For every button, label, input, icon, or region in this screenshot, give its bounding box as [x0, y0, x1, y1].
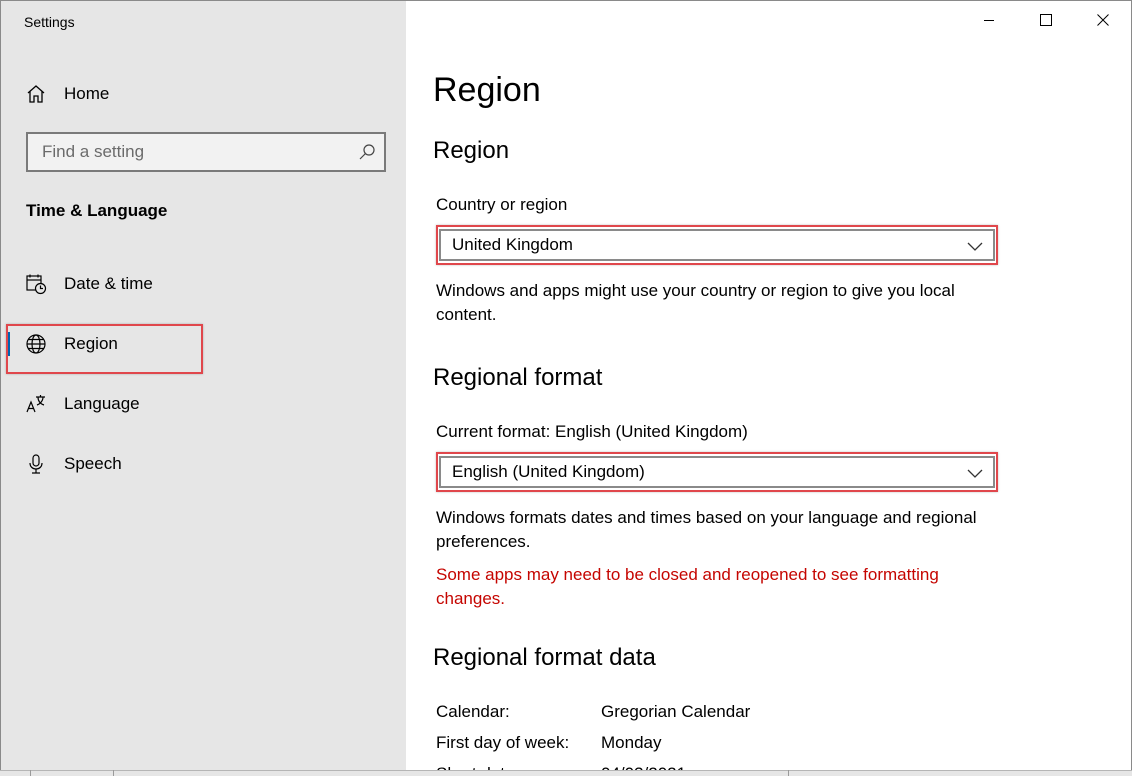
format-value: English (United Kingdom) — [452, 462, 645, 481]
sidebar-section-title: Time & Language — [26, 201, 168, 220]
main-content: Region Region Country or region United K… — [406, 1, 1131, 775]
sidebar-item-label: Region — [64, 334, 118, 353]
minimize-button[interactable] — [960, 1, 1017, 43]
close-icon — [1096, 13, 1109, 31]
format-description: Windows formats dates and times based on… — [436, 508, 977, 551]
country-label: Country or region — [436, 195, 568, 214]
sidebar-item-label: Home — [64, 84, 110, 103]
format-warning: Some apps may need to be closed and reop… — [436, 565, 939, 608]
format-data-heading: Regional format data — [433, 644, 656, 671]
format-data-key: First day of week: — [436, 733, 570, 752]
sidebar-item-label: Date & time — [64, 274, 153, 293]
sidebar-item-home[interactable]: Home — [1, 70, 406, 118]
sidebar: Settings Home Time & Language — [1, 1, 406, 775]
search-box[interactable] — [26, 132, 386, 172]
country-dropdown[interactable]: United Kingdom — [439, 229, 995, 261]
sidebar-item-region[interactable]: Region — [1, 320, 406, 368]
region-heading: Region — [433, 137, 510, 164]
country-value: United Kingdom — [452, 235, 573, 254]
search-icon[interactable] — [358, 143, 376, 161]
settings-window: Settings Home Time & Language — [0, 0, 1132, 776]
chevron-down-icon — [967, 466, 983, 478]
close-button[interactable] — [1074, 1, 1131, 43]
taskbar-edge — [0, 770, 1132, 776]
sidebar-item-date-time[interactable]: Date & time — [1, 260, 406, 308]
microphone-icon — [25, 453, 47, 475]
maximize-icon — [1039, 13, 1052, 31]
format-data-value: Monday — [601, 733, 662, 752]
minimize-icon — [983, 13, 995, 31]
page-title: Region — [433, 71, 541, 109]
search-input[interactable] — [28, 134, 348, 170]
format-data-value: Gregorian Calendar — [601, 702, 751, 721]
home-icon — [25, 83, 47, 105]
maximize-button[interactable] — [1017, 1, 1074, 43]
app-title: Settings — [24, 14, 75, 30]
country-description: Windows and apps might use your country … — [436, 281, 955, 324]
format-data-key: Calendar: — [436, 702, 510, 721]
taskbar-divider — [113, 770, 114, 776]
globe-icon — [25, 333, 47, 355]
sidebar-item-label: Speech — [64, 454, 122, 473]
taskbar-divider — [30, 770, 31, 776]
window-controls — [960, 1, 1131, 43]
regional-format-heading: Regional format — [433, 364, 603, 391]
chevron-down-icon — [967, 239, 983, 251]
sidebar-item-label: Language — [64, 394, 140, 413]
selection-indicator — [7, 332, 10, 356]
sidebar-item-language[interactable]: Language — [1, 380, 406, 428]
taskbar-divider — [788, 770, 789, 776]
regional-format-dropdown[interactable]: English (United Kingdom) — [439, 456, 995, 488]
sidebar-item-speech[interactable]: Speech — [1, 440, 406, 488]
calendar-clock-icon — [25, 273, 47, 295]
current-format-label: Current format: English (United Kingdom) — [436, 422, 748, 441]
language-icon — [25, 393, 47, 415]
